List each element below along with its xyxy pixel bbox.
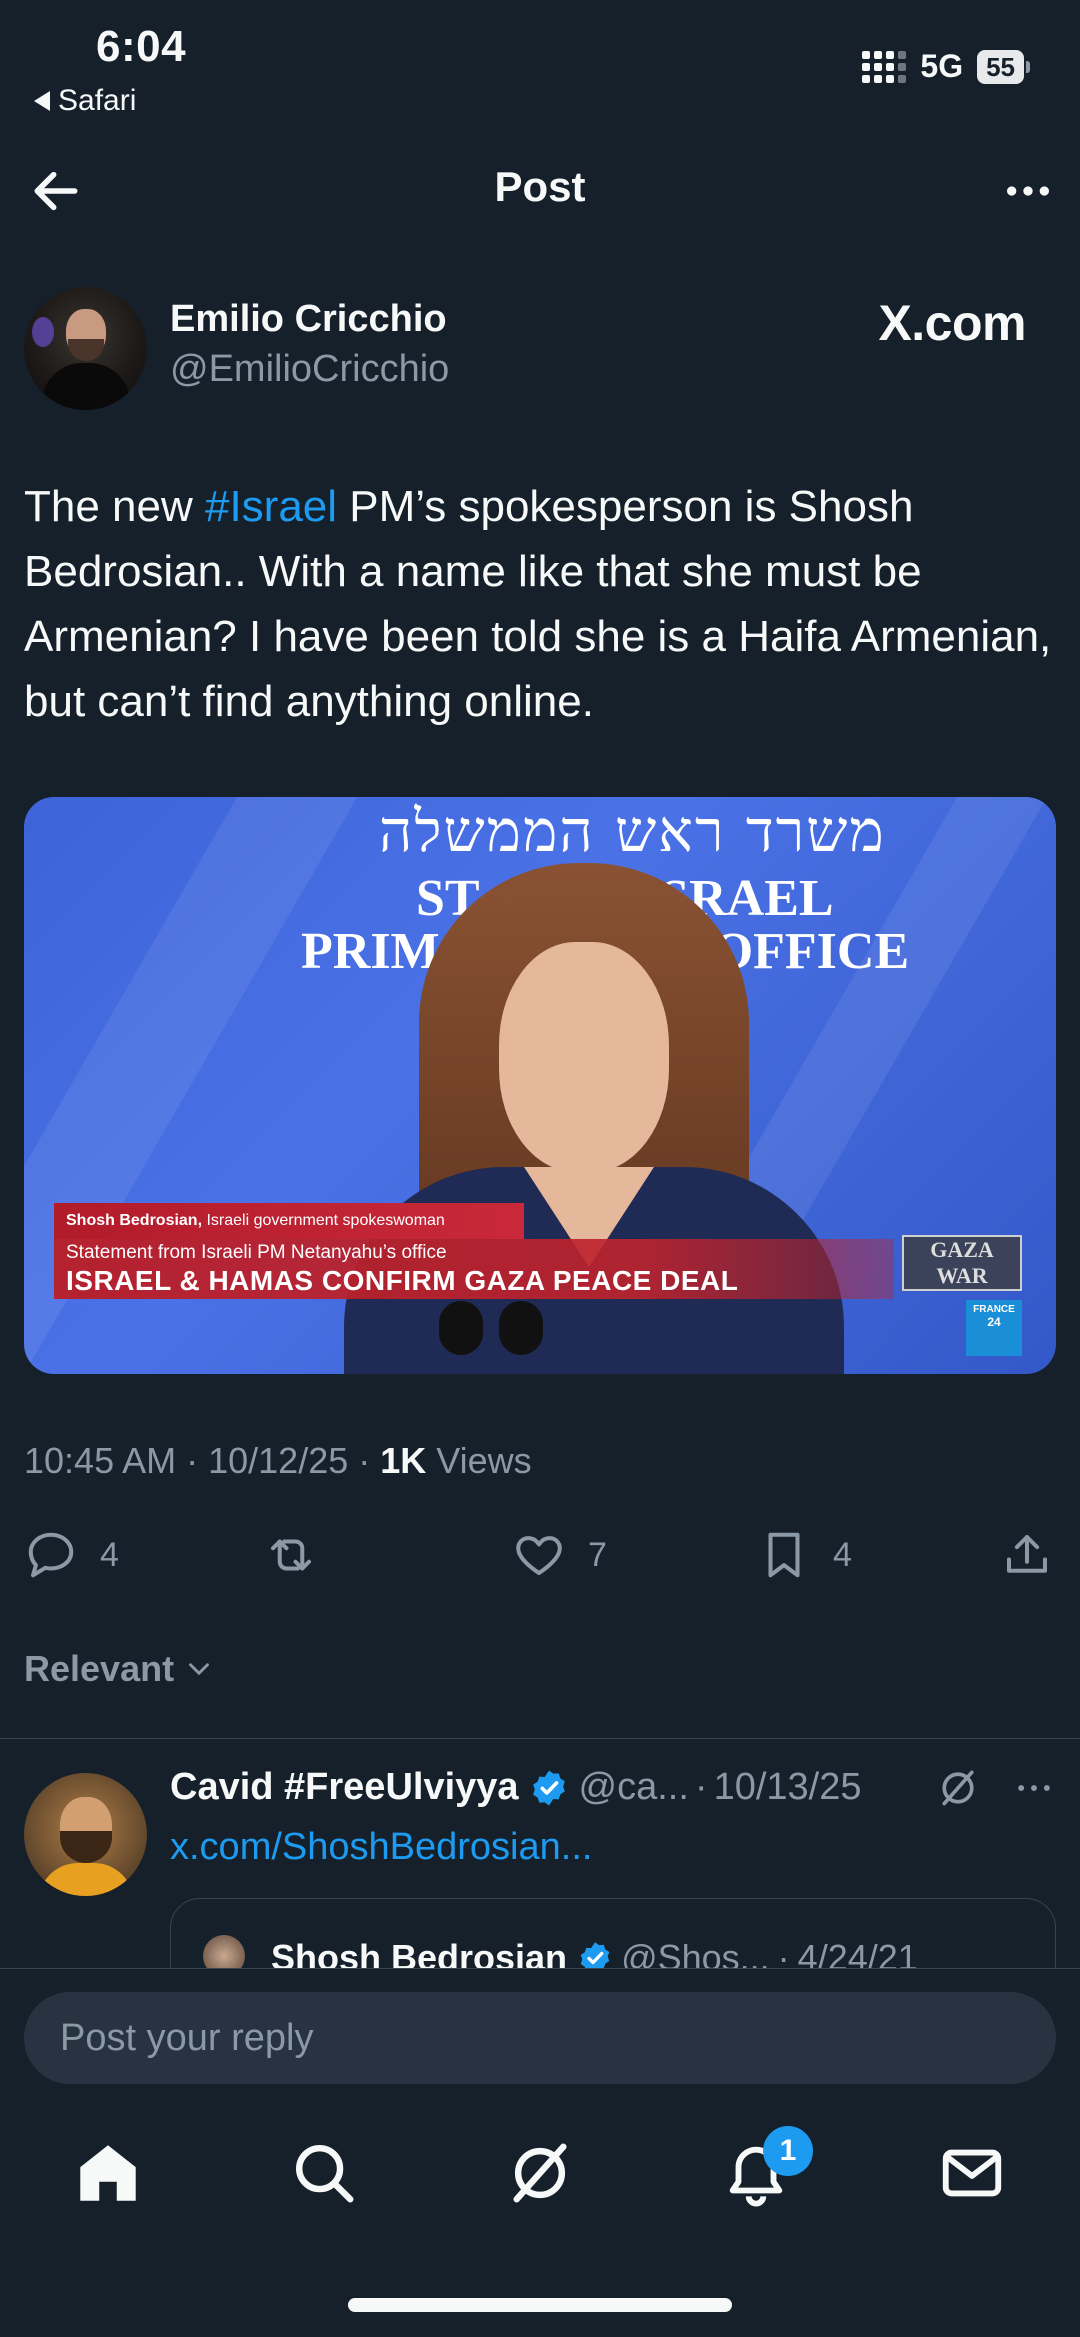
media-hebrew-title: משרד ראש הממשלה bbox=[379, 797, 886, 865]
france24-logo: FRANCE 24 bbox=[966, 1300, 1022, 1356]
battery-icon: 55 bbox=[977, 49, 1030, 84]
verified-badge-icon bbox=[532, 1770, 565, 1805]
post-text: The new #Israel PM’s spokesperson is Sho… bbox=[24, 474, 1054, 734]
reply-button[interactable]: 4 bbox=[24, 1528, 119, 1582]
views-label: Views bbox=[436, 1440, 532, 1481]
bookmark-count: 4 bbox=[833, 1535, 852, 1574]
back-to-safari[interactable]: Safari bbox=[34, 84, 136, 118]
reply-more-icon[interactable] bbox=[1012, 1766, 1056, 1810]
source-label: X.com bbox=[878, 295, 1026, 351]
heart-icon bbox=[516, 1536, 562, 1576]
author-avatar[interactable] bbox=[24, 287, 147, 410]
post-text-start: The new bbox=[24, 482, 205, 531]
reply-avatar[interactable] bbox=[24, 1773, 147, 1896]
reply-author-name[interactable]: Cavid #FreeUlviyya bbox=[170, 1766, 519, 1809]
messages-icon[interactable] bbox=[937, 2138, 1007, 2208]
network-type: 5G bbox=[920, 48, 964, 84]
reply-sort-dropdown[interactable]: Relevant bbox=[24, 1648, 216, 1690]
post-meta: 10:45 AM · 10/12/25 · 1K Views bbox=[24, 1440, 532, 1481]
reply-header: Cavid #FreeUlviyya @ca... · 10/13/25 bbox=[170, 1766, 1060, 1809]
chevron-down-icon bbox=[189, 1663, 209, 1676]
post-time: 10:45 AM bbox=[24, 1440, 177, 1481]
like-button[interactable]: 7 bbox=[512, 1528, 607, 1582]
views-count: 1K bbox=[380, 1440, 427, 1481]
status-indicators: 5G 55 bbox=[862, 48, 1030, 85]
back-app-label: Safari bbox=[58, 84, 137, 117]
repost-icon bbox=[270, 1539, 312, 1571]
tag-line-2: WAR bbox=[936, 1263, 988, 1288]
back-triangle-icon bbox=[34, 91, 50, 111]
search-icon[interactable] bbox=[289, 2138, 359, 2208]
post-date: 10/12/25 bbox=[208, 1440, 349, 1481]
media-chyron-name: Shosh Bedrosian, Israeli government spok… bbox=[54, 1203, 524, 1239]
reply-author-handle[interactable]: @ca... bbox=[579, 1766, 689, 1809]
bookmark-button[interactable]: 4 bbox=[757, 1528, 852, 1582]
more-options-icon[interactable] bbox=[1000, 163, 1056, 219]
divider bbox=[0, 1738, 1080, 1739]
reply-date: 10/13/25 bbox=[713, 1766, 862, 1808]
tab-bar bbox=[0, 2130, 1080, 2230]
chyron-sub: Statement from Israeli PM Netanyahu’s of… bbox=[66, 1242, 447, 1263]
author-name[interactable]: Emilio Cricchio bbox=[170, 298, 447, 341]
media-chyron: Statement from Israeli PM Netanyahu’s of… bbox=[54, 1239, 894, 1299]
post-media-image[interactable]: משרד ראש הממשלה ST OF ISRAEL PRIM STER’S… bbox=[24, 797, 1056, 1374]
notifications-badge: 1 bbox=[763, 2126, 813, 2176]
page-title: Post bbox=[494, 163, 586, 210]
logo-line-2: 24 bbox=[987, 1315, 1001, 1329]
post-header: Post bbox=[0, 145, 1080, 240]
battery-level: 55 bbox=[977, 49, 1024, 84]
status-bar: 6:04 Safari 5G 55 bbox=[0, 0, 1080, 135]
chyron-main: ISRAEL & HAMAS CONFIRM GAZA PEACE DEAL bbox=[66, 1265, 739, 1296]
sort-label: Relevant bbox=[24, 1648, 175, 1689]
chyron-role: Israeli government spokeswoman bbox=[206, 1212, 445, 1229]
reply-link[interactable]: x.com/ShoshBedrosian... bbox=[170, 1826, 592, 1869]
reply-count: 4 bbox=[100, 1535, 119, 1574]
status-time: 6:04 bbox=[96, 22, 187, 71]
microphones bbox=[419, 1297, 569, 1374]
share-icon bbox=[1006, 1534, 1048, 1573]
hashtag-link[interactable]: #Israel bbox=[205, 482, 337, 531]
gaza-war-tag: GAZA WAR bbox=[902, 1235, 1022, 1291]
home-indicator bbox=[348, 2298, 732, 2312]
home-icon[interactable] bbox=[73, 2138, 143, 2208]
repost-button[interactable] bbox=[264, 1528, 318, 1582]
post-actions: 4 7 4 bbox=[0, 1528, 1080, 1588]
grok-icon[interactable] bbox=[936, 1766, 980, 1810]
signal-icon bbox=[862, 50, 907, 83]
dot-separator: · bbox=[694, 1766, 708, 1808]
tag-line-1: GAZA bbox=[930, 1237, 994, 1262]
like-count: 7 bbox=[588, 1535, 607, 1574]
author-handle[interactable]: @EmilioCricchio bbox=[170, 348, 449, 391]
reply-icon bbox=[28, 1532, 74, 1578]
chyron-name: Shosh Bedrosian, bbox=[66, 1212, 203, 1229]
grok-tab-icon[interactable] bbox=[505, 2138, 575, 2208]
bookmark-icon bbox=[768, 1532, 800, 1578]
share-button[interactable] bbox=[1000, 1528, 1054, 1582]
reply-input[interactable]: Post your reply bbox=[24, 1992, 1056, 2084]
